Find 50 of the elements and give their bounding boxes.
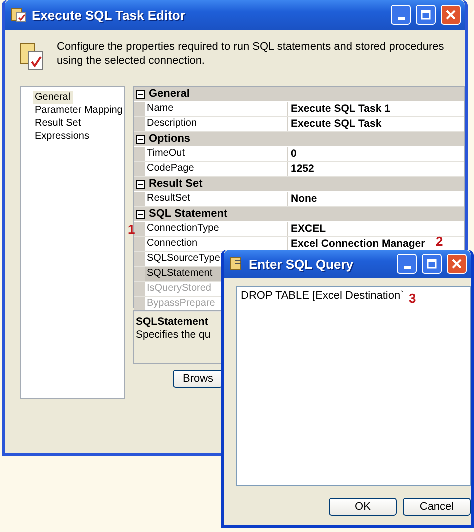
annotation-number: 3	[409, 291, 416, 306]
maximize-button[interactable]	[416, 5, 436, 25]
close-button[interactable]	[441, 5, 461, 25]
property-name[interactable]: Name	[145, 102, 288, 116]
minimize-icon	[398, 16, 404, 20]
property-value[interactable]: None	[288, 192, 318, 206]
category-row[interactable]: Options	[134, 132, 464, 147]
collapse-icon[interactable]	[136, 210, 145, 218]
maximize-button[interactable]	[422, 254, 442, 274]
property-name[interactable]: ConnectionType	[145, 222, 288, 236]
app-icon	[11, 7, 27, 23]
property-name[interactable]: CodePage	[145, 162, 288, 176]
collapse-icon[interactable]	[136, 180, 145, 188]
nav-item[interactable]: Parameter Mapping	[33, 104, 125, 117]
maximize-icon	[427, 259, 437, 269]
category-row[interactable]: SQL Statement	[134, 207, 464, 222]
browse-button[interactable]: Brows	[173, 370, 223, 388]
annotation-number: 1	[128, 222, 136, 237]
minimize-button[interactable]	[391, 5, 411, 25]
collapse-icon[interactable]	[136, 134, 145, 144]
cancel-button[interactable]: Cancel	[403, 498, 471, 516]
annotation-number: 2	[436, 234, 444, 249]
close-icon	[452, 259, 462, 269]
minimize-icon	[404, 266, 410, 268]
close-icon	[446, 10, 456, 20]
property-value[interactable]: Execute SQL Task	[288, 117, 382, 131]
property-name[interactable]: TimeOut	[145, 147, 288, 161]
property-value[interactable]: 0	[288, 147, 297, 161]
ok-button[interactable]: OK	[329, 498, 397, 516]
category-row[interactable]: General	[134, 87, 464, 102]
close-button[interactable]	[447, 254, 467, 274]
category-row[interactable]: Result Set	[134, 177, 464, 192]
property-value[interactable]: EXCEL	[288, 222, 326, 236]
nav-item[interactable]: General	[33, 91, 73, 104]
collapse-icon[interactable]	[136, 90, 145, 98]
app-icon	[230, 257, 244, 271]
maximize-icon	[421, 10, 431, 20]
property-name[interactable]: ResultSet	[145, 192, 288, 206]
property-value[interactable]: Execute SQL Task 1	[288, 102, 390, 116]
nav-item[interactable]: Result Set	[33, 117, 84, 130]
help-title: SQLStatement	[136, 316, 210, 328]
property-value[interactable]: 1252	[288, 162, 314, 176]
property-name[interactable]: Description	[145, 117, 288, 131]
property-name[interactable]: Connection	[145, 237, 288, 251]
property-value[interactable]: Excel Connection Manager	[288, 237, 426, 251]
nav-item[interactable]: Expressions	[33, 130, 92, 143]
minimize-button[interactable]	[397, 254, 417, 274]
description-text: Configure the properties required to run SQL statements and stored procedures using the selected connection.	[57, 40, 445, 69]
help-text: Specifies the qu	[136, 329, 212, 341]
window-title: Execute SQL Task Editor	[32, 8, 186, 22]
